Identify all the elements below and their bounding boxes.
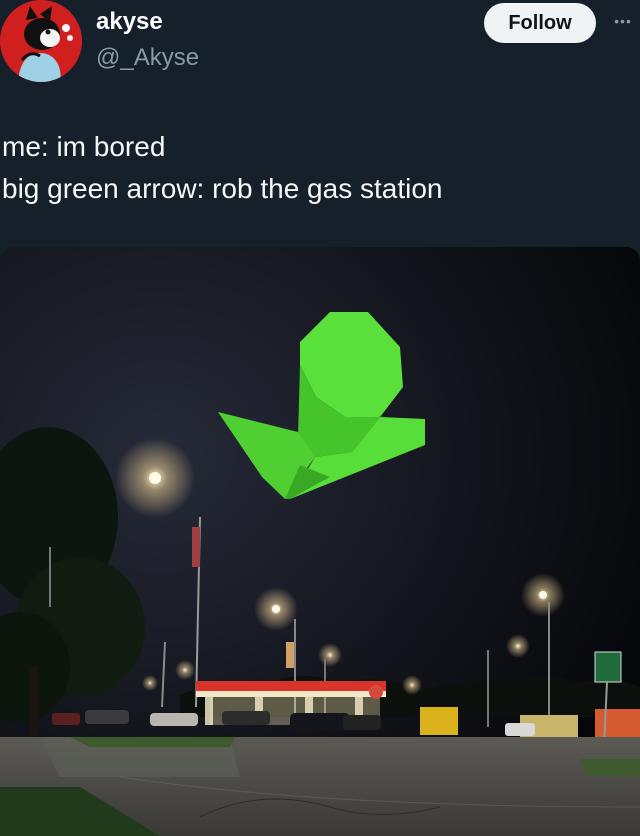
grass-median — [70, 737, 235, 747]
tweet-line-2: big green arrow: rob the gas station — [2, 173, 443, 204]
more-options-icon[interactable]: ••• — [610, 10, 636, 32]
tweet-card: akyse @_Akyse Follow ••• me: im bored big… — [0, 0, 640, 836]
tweet-text: me: im bored big green arrow: rob the gas… — [2, 126, 442, 210]
yellow-trailer — [420, 707, 458, 735]
building — [595, 709, 640, 741]
avatar[interactable] — [0, 0, 82, 82]
user-handle[interactable]: @_Akyse — [96, 44, 199, 72]
night-gas-station-photo — [0, 247, 640, 836]
tweet-line-1: me: im bored — [2, 131, 166, 162]
display-name[interactable]: akyse — [96, 8, 163, 36]
tweet-media-photo[interactable] — [0, 247, 640, 836]
cartoon-character-icon — [0, 0, 82, 82]
follow-button[interactable]: Follow — [484, 3, 596, 43]
